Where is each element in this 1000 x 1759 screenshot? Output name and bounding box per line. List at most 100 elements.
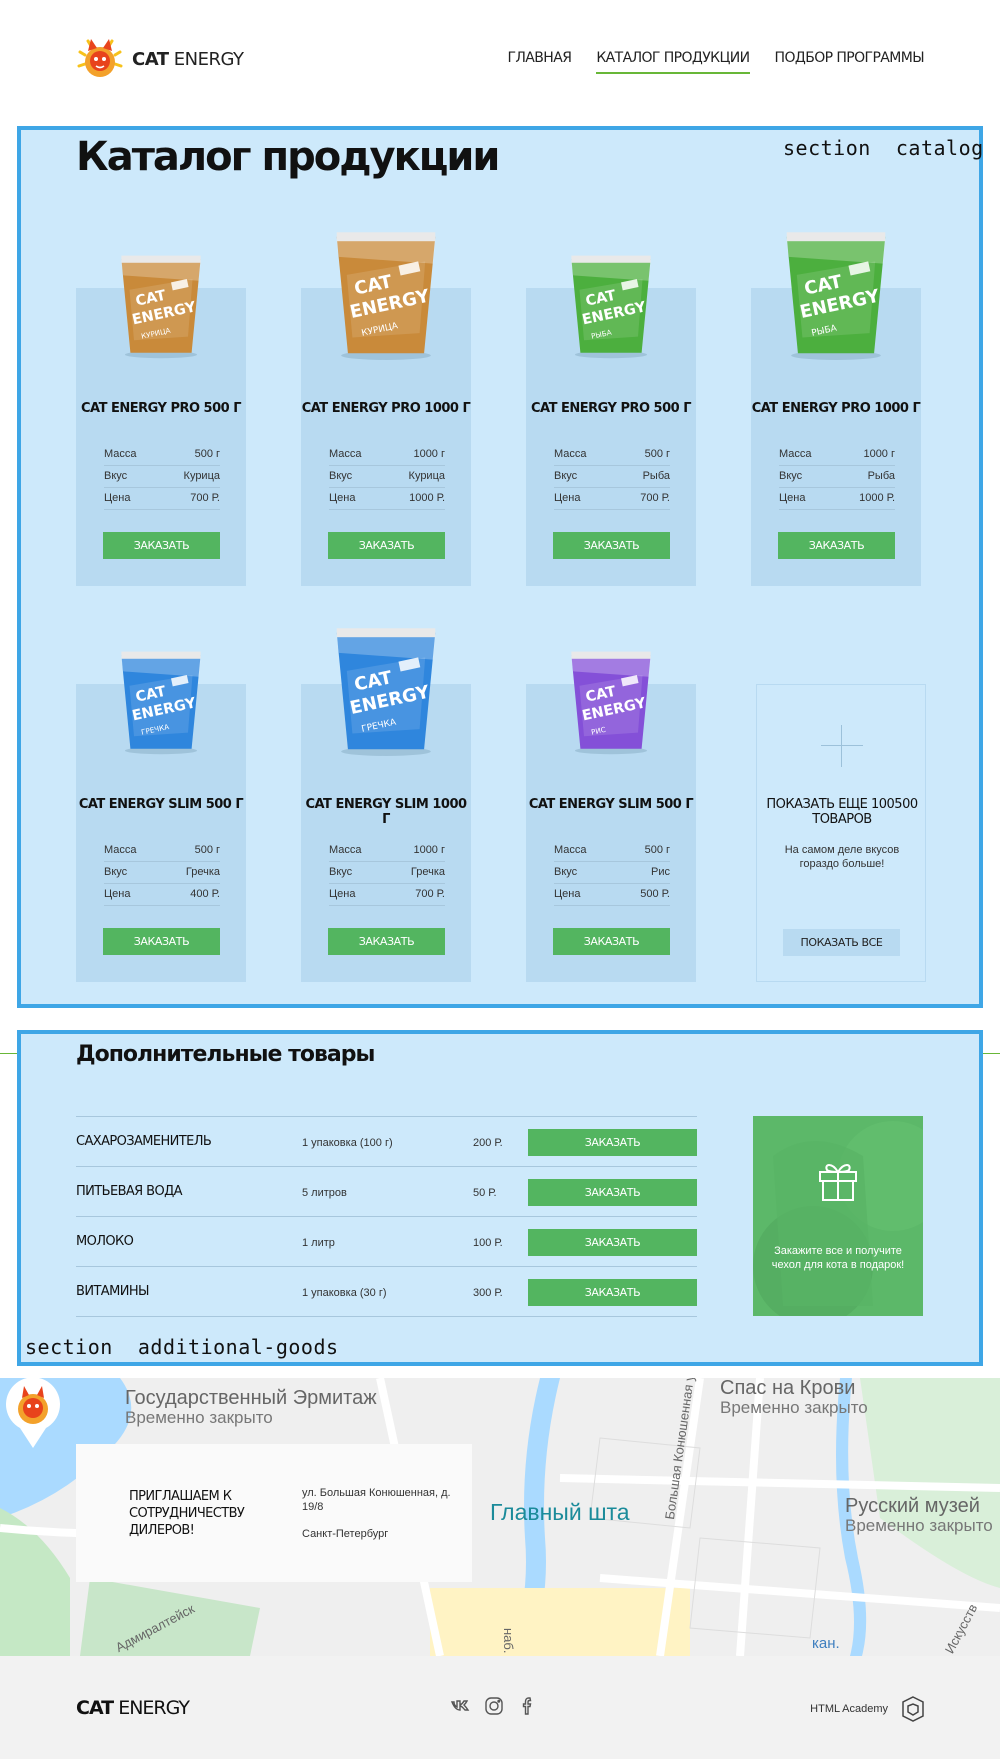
order-button[interactable]: ЗАКАЗАТЬ (103, 928, 220, 955)
show-more-card: ПОКАЗАТЬ ЕЩЕ 100500 ТОВАРОВ На самом дел… (756, 684, 926, 982)
vk-icon[interactable] (450, 1696, 470, 1716)
site-logo[interactable]: CAT ENERGY (76, 36, 244, 82)
product-prop-mass: Масса 1000 г (329, 444, 445, 466)
map-label-main-staff: Главный шта (490, 1499, 630, 1525)
dealer-city: Санкт-Петербург (302, 1528, 389, 1540)
order-button[interactable]: ЗАКАЗАТЬ (103, 532, 220, 559)
prop-value: 1000 Р. (859, 492, 895, 504)
show-all-button[interactable]: ПОКАЗАТЬ ВСЕ (783, 929, 900, 956)
goods-price: 300 Р. (473, 1287, 503, 1299)
prop-label: Масса (329, 844, 362, 856)
goods-order-button[interactable]: ЗАКАЗАТЬ (528, 1129, 697, 1156)
product-name: CAT ENERGY PRO 500 Г (530, 401, 692, 416)
goods-name: МОЛОКО (76, 1234, 134, 1249)
goods-qty: 5 литров (302, 1187, 347, 1199)
dealer-card: ПРИГЛАШАЕМ К СОТРУДНИЧЕСТВУ ДИЛЕРОВ! ул.… (76, 1444, 472, 1582)
cat-logo-icon (77, 39, 123, 77)
map-label-hermitage: Государственный Эрмитаж Временно закрыто (125, 1387, 377, 1427)
footer-logo[interactable]: CAT ENERGY (76, 1697, 190, 1719)
product-pack-image: CATENERGYГРЕЧКА (121, 651, 201, 755)
product-pack-image: CATENERGYРЫБА (571, 255, 651, 359)
order-button[interactable]: ЗАКАЗАТЬ (328, 532, 445, 559)
product-prop-mass: Масса 1000 г (779, 444, 895, 466)
nav-item-catalog[interactable]: КАТАЛОГ ПРОДУКЦИИ (596, 50, 750, 74)
product-prop-taste: Вкус Курица (104, 466, 220, 488)
prop-label: Вкус (779, 470, 803, 482)
order-button[interactable]: ЗАКАЗАТЬ (553, 532, 670, 559)
product-props: Масса 500 г Вкус Рыба Цена 700 Р. (554, 444, 670, 510)
prop-value: 500 г (194, 844, 220, 856)
prop-value: 1000 г (863, 448, 895, 460)
prop-label: Цена (104, 492, 131, 504)
gift-promo: Закажите все и получите чехол для кота в… (753, 1116, 923, 1316)
prop-label: Вкус (329, 866, 353, 878)
social-links (450, 1696, 538, 1716)
prop-value: Рис (651, 866, 670, 878)
plus-icon (821, 725, 863, 767)
prop-value: 700 Р. (190, 492, 220, 504)
product-prop-mass: Масса 500 г (554, 840, 670, 862)
product-prop-price: Цена 1000 Р. (329, 488, 445, 510)
gift-text: Закажите все и получите чехол для кота в… (771, 1245, 905, 1271)
product-prop-taste: Вкус Рыба (779, 466, 895, 488)
order-button[interactable]: ЗАКАЗАТЬ (328, 928, 445, 955)
product-prop-price: Цена 400 Р. (104, 884, 220, 906)
prop-value: Гречка (185, 866, 220, 878)
prop-label: Цена (329, 888, 356, 900)
dealer-address: ул. Большая Конюшенная, д. 19/8 (302, 1487, 451, 1513)
prop-value: Рыба (642, 470, 670, 482)
goods-row: ВИТАМИНЫ 1 упаковка (30 г) 300 Р. ЗАКАЗА… (76, 1267, 697, 1317)
goods-qty: 1 упаковка (30 г) (302, 1287, 387, 1299)
product-prop-mass: Масса 500 г (554, 444, 670, 466)
html-academy-link[interactable]: HTML Academy (810, 1696, 924, 1722)
product-pack-image: CATENERGYГРЕЧКА (336, 628, 436, 756)
prop-label: Масса (554, 844, 587, 856)
prop-label: Масса (329, 448, 362, 460)
map-label-spas: Спас на Крови Временно закрыто (720, 1378, 868, 1417)
dealer-title: ПРИГЛАШАЕМ К СОТРУДНИЧЕСТВУ ДИЛЕРОВ! (129, 1489, 245, 1538)
product-prop-price: Цена 700 Р. (554, 488, 670, 510)
goods-price: 100 Р. (473, 1237, 503, 1249)
prop-label: Цена (779, 492, 806, 504)
goods-name: САХАРОЗАМЕНИТЕЛЬ (76, 1134, 212, 1149)
prop-label: Цена (554, 492, 581, 504)
goods-order-button[interactable]: ЗАКАЗАТЬ (528, 1229, 697, 1256)
order-button[interactable]: ЗАКАЗАТЬ (778, 532, 895, 559)
product-card: CAT ENERGY ГРЕЧКА CAT ENERGY SLIM 1000 Г Мас… (301, 628, 471, 982)
nav-item-home[interactable]: ГЛАВНАЯ (507, 50, 571, 74)
map-pin-icon[interactable] (0, 1378, 66, 1450)
product-prop-mass: Масса 500 г (104, 840, 220, 862)
product-prop-taste: Вкус Рыба (554, 466, 670, 488)
prop-label: Вкус (554, 866, 578, 878)
academy-text: HTML Academy (810, 1703, 888, 1715)
prop-value: 500 г (194, 448, 220, 460)
prop-value: 1000 Р. (409, 492, 445, 504)
product-pack-image: CATENERGYРИС (571, 651, 651, 755)
order-button[interactable]: ЗАКАЗАТЬ (553, 928, 670, 955)
product-card: CAT ENERGY КУРИЦА CAT ENERGY PRO 500 Г Масса… (76, 255, 246, 586)
map-label-canal: кан. (812, 1635, 840, 1652)
product-props: Масса 1000 г Вкус Курица Цена 1000 Р. (329, 444, 445, 510)
goods-price: 50 Р. (473, 1187, 497, 1199)
main-nav: ГЛАВНАЯ КАТАЛОГ ПРОДУКЦИИ ПОДБОР ПРОГРАМ… (507, 50, 925, 74)
product-card: CAT ENERGY РЫБА CAT ENERGY PRO 500 Г Масса 50… (526, 255, 696, 586)
map-section[interactable]: Государственный Эрмитаж Временно закрыто … (0, 1378, 1000, 1656)
goods-row: САХАРОЗАМЕНИТЕЛЬ 1 упаковка (100 г) 200 … (76, 1117, 697, 1167)
goods-row: ПИТЬЕВАЯ ВОДА 5 литров 50 Р. ЗАКАЗАТЬ (76, 1167, 697, 1217)
product-name: CAT ENERGY SLIM 500 Г (78, 797, 244, 812)
facebook-icon[interactable] (518, 1696, 538, 1716)
gift-background-image (753, 1121, 923, 1316)
instagram-icon[interactable] (484, 1696, 504, 1716)
logo-text: CAT ENERGY (132, 48, 244, 70)
product-props: Масса 500 г Вкус Гречка Цена 400 Р. (104, 840, 220, 906)
goods-name: ПИТЬЕВАЯ ВОДА (76, 1184, 183, 1199)
product-props: Масса 1000 г Вкус Гречка Цена 700 Р. (329, 840, 445, 906)
goods-order-button[interactable]: ЗАКАЗАТЬ (528, 1179, 697, 1206)
product-prop-price: Цена 500 Р. (554, 884, 670, 906)
product-name: CAT ENERGY PRO 1000 Г (301, 401, 471, 416)
goods-order-button[interactable]: ЗАКАЗАТЬ (528, 1279, 697, 1306)
product-card: CAT ENERGY ГРЕЧКА CAT ENERGY SLIM 500 Г Масс… (76, 651, 246, 982)
goods-qty: 1 литр (302, 1237, 335, 1249)
prop-value: 1000 г (413, 448, 445, 460)
nav-item-program[interactable]: ПОДБОР ПРОГРАММЫ (775, 50, 925, 74)
